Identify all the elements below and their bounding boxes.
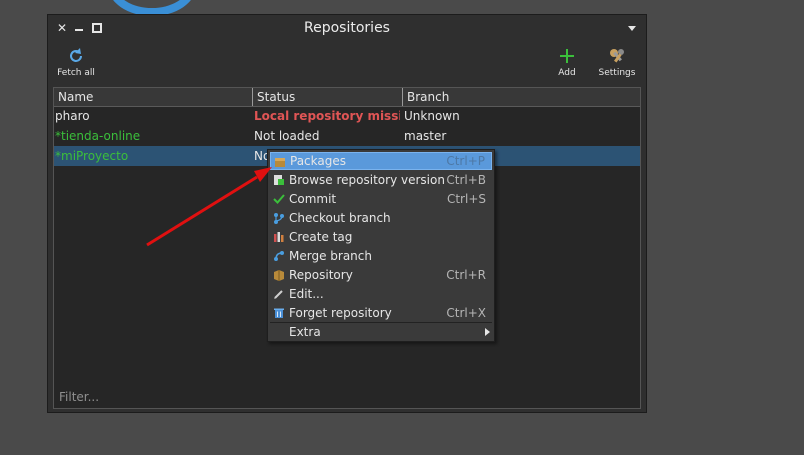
annotation-arrow-icon [146, 167, 272, 247]
